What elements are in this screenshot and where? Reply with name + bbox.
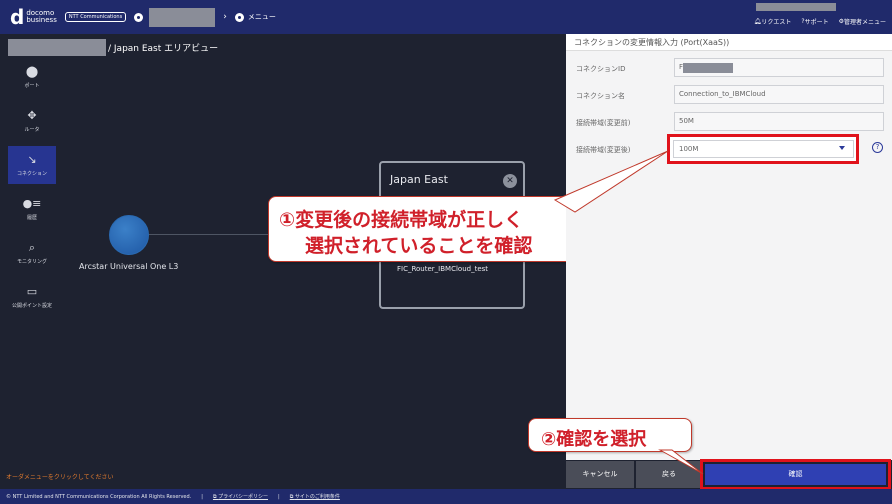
bandwidth-before-label: 接続帯域(変更前) bbox=[576, 119, 631, 127]
back-button[interactable]: 戻る bbox=[636, 461, 702, 488]
footer: © NTT Limited and NTT Communications Cor… bbox=[0, 489, 892, 504]
footer-separator: | bbox=[201, 493, 203, 500]
request-link[interactable]: 🔔︎ リクエスト bbox=[754, 17, 792, 26]
ntt-logo: NTT Communications bbox=[64, 12, 127, 22]
bandwidth-highlight: 100M bbox=[667, 134, 859, 164]
menu-link[interactable]: メニュー bbox=[248, 12, 276, 22]
monitoring-icon: ⌕ bbox=[28, 240, 36, 254]
help-icon[interactable]: ? bbox=[872, 142, 883, 153]
panel-title: コネクションの変更情報入力 (Port(XaaS)) bbox=[566, 34, 892, 51]
redacted-user bbox=[756, 3, 836, 11]
history-icon: ●≡ bbox=[22, 196, 42, 210]
chevron-right-icon: › bbox=[223, 12, 227, 22]
callout-confirm-bandwidth: ①変更後の接続帯域が正しく 選択されていることを確認 bbox=[268, 196, 590, 262]
connection-name-label: コネクション名 bbox=[576, 92, 625, 100]
change-form-panel: コネクションの変更情報入力 (Port(XaaS)) コネクションID F コネ… bbox=[566, 34, 892, 460]
top-bar: d docomo business NTT Communications › メニ… bbox=[0, 0, 892, 34]
copyright-text: © NTT Limited and NTT Communications Cor… bbox=[6, 493, 192, 500]
nav-item-router[interactable]: ✥ ルータ bbox=[8, 102, 56, 140]
bell-icon: 🔔︎ bbox=[753, 18, 762, 25]
nav-item-monitoring[interactable]: ⌕ モニタリング bbox=[8, 234, 56, 272]
privacy-policy-link[interactable]: ⧉ プライバシーポリシー bbox=[213, 493, 268, 500]
connection-id-label: コネクションID bbox=[576, 65, 626, 73]
order-menu-note: オーダメニューをクリックしてください bbox=[6, 474, 114, 481]
connection-id-field: F bbox=[674, 58, 884, 77]
left-nav: ⬤ ポート ✥ ルータ ↘ コネクション ●≡ 履歴 ⌕ モニタリング ▭ 公開… bbox=[8, 58, 56, 322]
bandwidth-after-label: 接続帯域(変更後) bbox=[576, 146, 631, 154]
callout-select-confirm: ②確認を選択 bbox=[528, 418, 692, 452]
router-icon: ✥ bbox=[27, 108, 37, 122]
footer-separator: | bbox=[278, 493, 280, 500]
close-icon[interactable]: ✕ bbox=[503, 174, 517, 188]
connection-icon: ↘ bbox=[27, 152, 37, 166]
port-icon: ⬤ bbox=[25, 64, 39, 78]
nav-item-public-point[interactable]: ▭ 公開ポイント設定 bbox=[8, 278, 56, 316]
globe-node-icon[interactable] bbox=[109, 215, 149, 255]
terms-link[interactable]: ⧉ サイトのご利用条件 bbox=[290, 493, 340, 500]
node-label: Arcstar Universal One L3 bbox=[79, 262, 179, 271]
chevron-down-icon bbox=[839, 146, 845, 150]
confirm-highlight: 確認 bbox=[700, 459, 891, 490]
cancel-button[interactable]: キャンセル bbox=[566, 461, 634, 488]
app-root: d docomo business NTT Communications › メニ… bbox=[0, 0, 892, 504]
admin-menu-link[interactable]: ⚙ 管理者メニュー bbox=[839, 17, 886, 26]
router-label: FIC_Router_IBMCloud_test bbox=[397, 265, 489, 273]
bandwidth-after-select[interactable]: 100M bbox=[673, 140, 854, 158]
monitor-icon: ▭ bbox=[26, 284, 38, 298]
area-header: / Japan East エリアビュー bbox=[0, 38, 218, 56]
nav-item-connection[interactable]: ↘ コネクション bbox=[8, 146, 56, 184]
confirm-button[interactable]: 確認 bbox=[705, 464, 886, 485]
connection-name-field: Connection_to_IBMCloud bbox=[674, 85, 884, 104]
support-link[interactable]: ? サポート bbox=[801, 17, 828, 26]
redacted-area-name bbox=[8, 38, 106, 56]
redacted-connection-id bbox=[683, 63, 733, 73]
menu-icon bbox=[234, 12, 244, 22]
top-links-area: 🔔︎ リクエスト ? サポート ⚙ 管理者メニュー bbox=[696, 0, 886, 34]
docomo-business-logo[interactable]: d docomo business bbox=[10, 7, 57, 27]
nav-item-history[interactable]: ●≡ 履歴 bbox=[8, 190, 56, 228]
bandwidth-before-field: 50M bbox=[674, 112, 884, 131]
redacted-breadcrumb bbox=[149, 7, 216, 27]
area-title: / Japan East エリアビュー bbox=[108, 43, 219, 54]
breadcrumb-home-icon bbox=[134, 12, 144, 22]
region-title: Japan East bbox=[390, 173, 448, 186]
nav-item-port[interactable]: ⬤ ポート bbox=[8, 58, 56, 96]
